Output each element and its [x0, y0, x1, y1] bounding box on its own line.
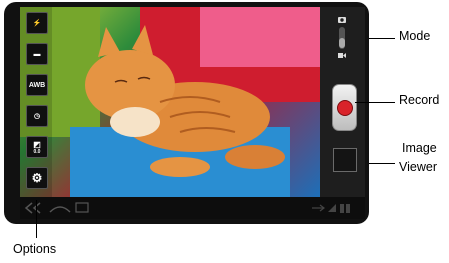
tablet-device: ⚡ ▬ AWB ◷ ◩ 0.0 ⚙ — [4, 2, 369, 224]
record-callout-line — [355, 102, 395, 103]
image-viewer-callout-line — [369, 163, 395, 164]
camera-screen: ⚡ ▬ AWB ◷ ◩ 0.0 ⚙ — [20, 7, 365, 197]
gear-icon[interactable]: ⚙ — [26, 167, 48, 189]
cat-photo — [85, 25, 285, 177]
camera-mode-icon[interactable]: ▬ — [26, 43, 48, 65]
exposure-icon[interactable]: ◩ 0.0 — [26, 136, 48, 158]
home-icon[interactable] — [49, 206, 71, 213]
awb-icon[interactable]: AWB — [26, 74, 48, 96]
mode-callout-line — [369, 38, 395, 39]
camera-icon — [338, 17, 346, 23]
record-label: Record — [399, 93, 440, 107]
timer-icon[interactable]: ◷ — [26, 105, 48, 127]
record-button[interactable] — [332, 84, 357, 131]
record-icon — [337, 100, 353, 116]
recent-apps-icon[interactable] — [75, 202, 89, 213]
options-callout-line — [36, 200, 37, 238]
video-icon — [338, 53, 346, 58]
image-viewer-label-line1: Image — [402, 141, 437, 155]
camera-options-bar: ⚡ ▬ AWB ◷ ◩ 0.0 ⚙ — [20, 7, 52, 197]
camera-preview — [20, 7, 320, 197]
image-viewer-label-line2: Viewer — [399, 160, 437, 174]
flash-icon[interactable]: ⚡ — [26, 12, 48, 34]
status-icons — [312, 204, 350, 213]
image-viewer-thumbnail[interactable] — [333, 148, 357, 172]
options-label: Options — [13, 242, 57, 256]
system-navigation-bar — [20, 197, 365, 219]
mode-label: Mode — [399, 29, 431, 43]
mode-switch[interactable] — [337, 15, 347, 61]
back-icon[interactable] — [24, 202, 41, 214]
